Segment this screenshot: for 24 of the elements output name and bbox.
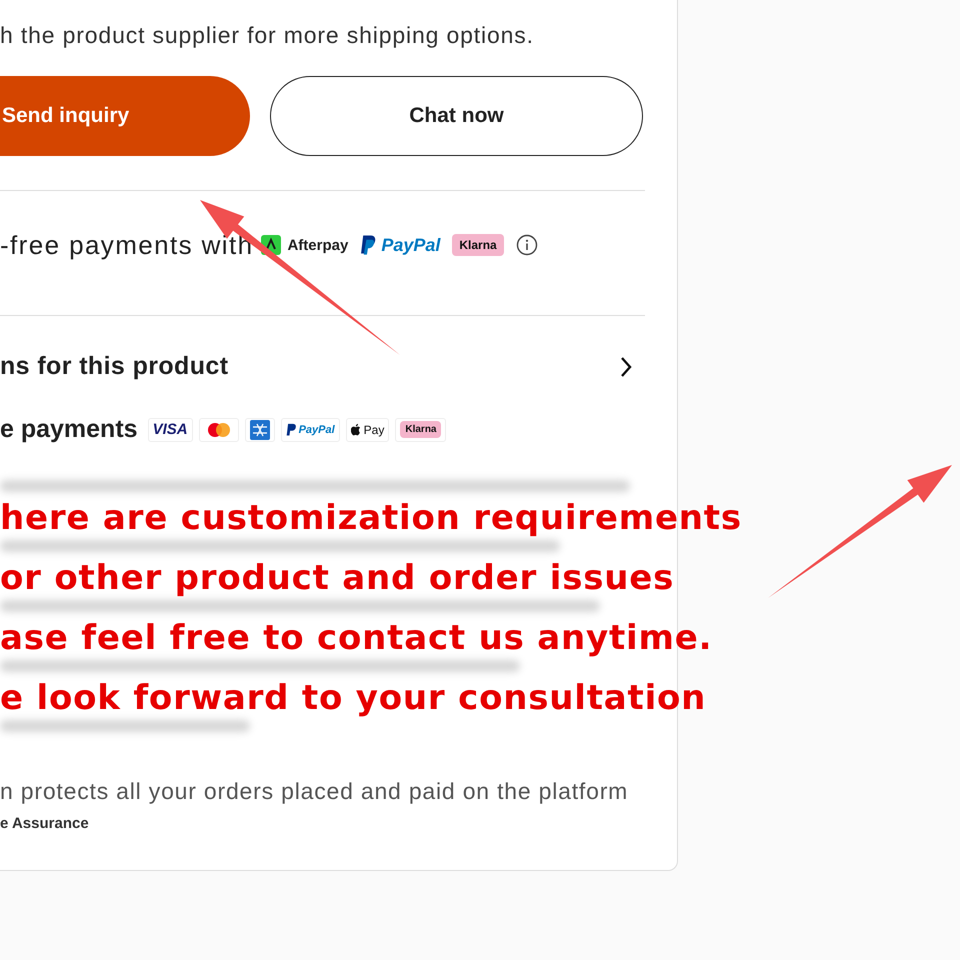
amex-logo <box>244 418 275 442</box>
annotation-text: e look forward to your consultation <box>0 677 706 720</box>
annotation-text: here are customization requirements <box>0 497 742 540</box>
afterpay-logo: Afterpay <box>287 236 348 254</box>
annotation-text: ase feel free to contact us anytime. <box>0 617 712 660</box>
klarna-logo: Klarna <box>452 234 504 256</box>
chat-button[interactable]: Chat now <box>270 76 643 156</box>
protection-text: n protects all your orders placed and paid on the platform <box>0 778 630 805</box>
info-icon[interactable] <box>516 234 538 256</box>
payment-options-row[interactable]: ns for this product <box>0 352 645 381</box>
mastercard-logo <box>198 418 239 442</box>
trade-assurance-label: e Assurance <box>0 815 90 832</box>
paypal-icon <box>360 234 378 256</box>
apple-pay-logo: Pay <box>346 418 390 442</box>
send-inquiry-button[interactable]: Send inquiry <box>0 76 250 156</box>
secure-payments-heading: e payments <box>0 415 138 444</box>
installments-text: -free payments with <box>0 230 254 260</box>
klarna-logo: Klarna <box>400 421 442 438</box>
chevron-right-icon <box>619 354 633 378</box>
visa-logo: VISA <box>148 418 193 442</box>
annotation-text: or other product and order issues <box>0 557 674 600</box>
paypal-logo: PayPal <box>381 234 440 256</box>
shipping-note: h the product supplier for more shipping options. <box>0 21 535 49</box>
paypal-logo: PayPal <box>280 418 340 442</box>
